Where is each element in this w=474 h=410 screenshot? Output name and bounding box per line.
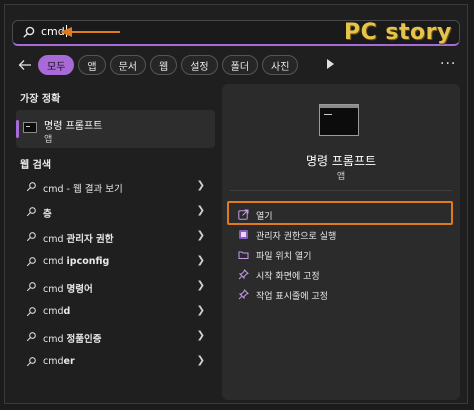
annotation-arrow: [60, 27, 120, 37]
web-search-label: cmder: [43, 356, 75, 367]
web-search-item[interactable]: cmd - 웹 결과 보기 ❯: [16, 176, 215, 198]
tab-photos[interactable]: 사진: [262, 55, 299, 75]
action-open-file-location[interactable]: 파일 위치 열기: [230, 245, 452, 265]
search-icon: [26, 357, 36, 367]
web-search-label: cmd 명령어: [43, 281, 93, 295]
watermark-logo: PC story: [344, 20, 452, 45]
search-icon: [26, 282, 36, 292]
query-text: cmd: [43, 234, 67, 245]
action-label: 파일 위치 열기: [256, 252, 312, 262]
tab-all[interactable]: 모두: [38, 55, 75, 75]
web-search-item[interactable]: cmd 관리자 권한 ❯: [16, 226, 215, 248]
query-text: cmd: [43, 284, 67, 295]
back-button[interactable]: [12, 55, 38, 75]
action-pin-to-taskbar[interactable]: 작업 표시줄에 고정: [230, 285, 452, 305]
search-icon: [23, 26, 35, 38]
best-match-item[interactable]: 명령 프롬프트 앱: [16, 110, 215, 148]
search-icon: [26, 257, 36, 267]
query-text: cmd: [43, 184, 64, 195]
detail-app-name: 명령 프롬프트: [305, 154, 377, 168]
web-search-label: cmd ipconfig: [43, 256, 109, 267]
tab-apps[interactable]: 앱: [78, 55, 106, 75]
web-search-item[interactable]: cmd 명령어 ❯: [16, 276, 215, 298]
search-icon: [26, 332, 36, 342]
chevron-right-icon: ❯: [196, 355, 205, 366]
pin-icon: [238, 289, 249, 300]
web-search-label: cmd - 웹 결과 보기: [43, 181, 123, 195]
web-search-label: 층: [43, 206, 52, 220]
query-text: cmd: [43, 356, 64, 367]
query-text: cmd: [43, 306, 64, 317]
chevron-right-icon: ❯: [196, 305, 205, 316]
web-search-item[interactable]: 층 ❯: [16, 201, 215, 223]
chevron-right-icon: ❯: [196, 180, 205, 191]
best-match-heading: 가장 정확: [20, 94, 61, 105]
action-label: 작업 표시줄에 고정: [256, 292, 328, 302]
suggestion-bold-text: er: [63, 356, 75, 367]
suggestion-bold-text: ipconfig: [66, 256, 110, 267]
search-icon: [26, 307, 36, 317]
action-label: 관리자 권한으로 실행: [256, 232, 337, 242]
best-match-name: 명령 프롬프트: [44, 121, 103, 132]
web-search-item[interactable]: cmd 정품인증 ❯: [16, 326, 215, 348]
tab-settings[interactable]: 설정: [181, 55, 218, 75]
web-search-item[interactable]: cmd ipconfig ❯: [16, 251, 215, 273]
web-search-item[interactable]: cmder ❯: [16, 351, 215, 373]
suggestion-bold-text: 정품인증: [66, 334, 102, 345]
web-search-heading: 웹 검색: [20, 160, 52, 171]
web-search-label: cmd 관리자 권한: [43, 231, 114, 245]
filter-tabs: 모두 앱 문서 웹 설정 폴더 사진: [12, 54, 302, 76]
tab-documents[interactable]: 문서: [109, 55, 147, 75]
web-search-label: cmd 정품인증: [43, 331, 102, 345]
back-arrow-icon: [18, 60, 31, 70]
query-text: cmd: [43, 334, 67, 345]
app-detail-panel: 명령 프롬프트 앱 열기 관리자 권한으로 실행 파일 위치 열기 시작 화면에…: [222, 84, 460, 400]
tab-web[interactable]: 웹: [150, 55, 178, 75]
suggestion-suffix-text: - 웹 결과 보기: [63, 184, 123, 195]
search-icon: [26, 232, 36, 242]
command-prompt-large-icon: [319, 104, 359, 136]
selection-indicator: [16, 120, 19, 138]
chevron-right-icon: ❯: [196, 255, 205, 266]
web-search-label: cmdd: [43, 306, 70, 317]
best-match-type: 앱: [44, 135, 53, 145]
action-pin-to-start[interactable]: 시작 화면에 고정: [230, 265, 452, 285]
detail-app-type: 앱: [336, 172, 346, 182]
command-prompt-icon: [23, 122, 37, 133]
action-label: 시작 화면에 고정: [256, 272, 320, 282]
folder-icon: [238, 251, 249, 259]
search-icon: [26, 207, 36, 217]
chevron-right-icon: ❯: [196, 330, 205, 341]
search-icon: [26, 182, 36, 192]
annotation-highlight-box: [227, 201, 453, 225]
suggestion-bold-text: d: [63, 306, 71, 317]
suggestion-bold-text: 명령어: [66, 284, 93, 295]
web-search-item[interactable]: cmdd ❯: [16, 301, 215, 323]
chevron-right-icon: ❯: [196, 230, 205, 241]
tab-folders[interactable]: 폴더: [221, 55, 259, 75]
chevron-right-icon: ❯: [196, 280, 205, 291]
action-run-as-admin[interactable]: 관리자 권한으로 실행: [230, 225, 452, 245]
divider: [230, 190, 452, 191]
pin-icon: [238, 269, 249, 280]
more-options-button[interactable]: ···: [440, 56, 456, 72]
query-text: cmd: [43, 256, 67, 267]
chevron-right-icon: ❯: [196, 205, 205, 216]
play-icon[interactable]: [327, 59, 334, 69]
suggestion-bold-text: 관리자 권한: [66, 234, 114, 245]
suggestion-bold-text: 층: [43, 209, 52, 220]
shield-icon: [239, 230, 248, 239]
